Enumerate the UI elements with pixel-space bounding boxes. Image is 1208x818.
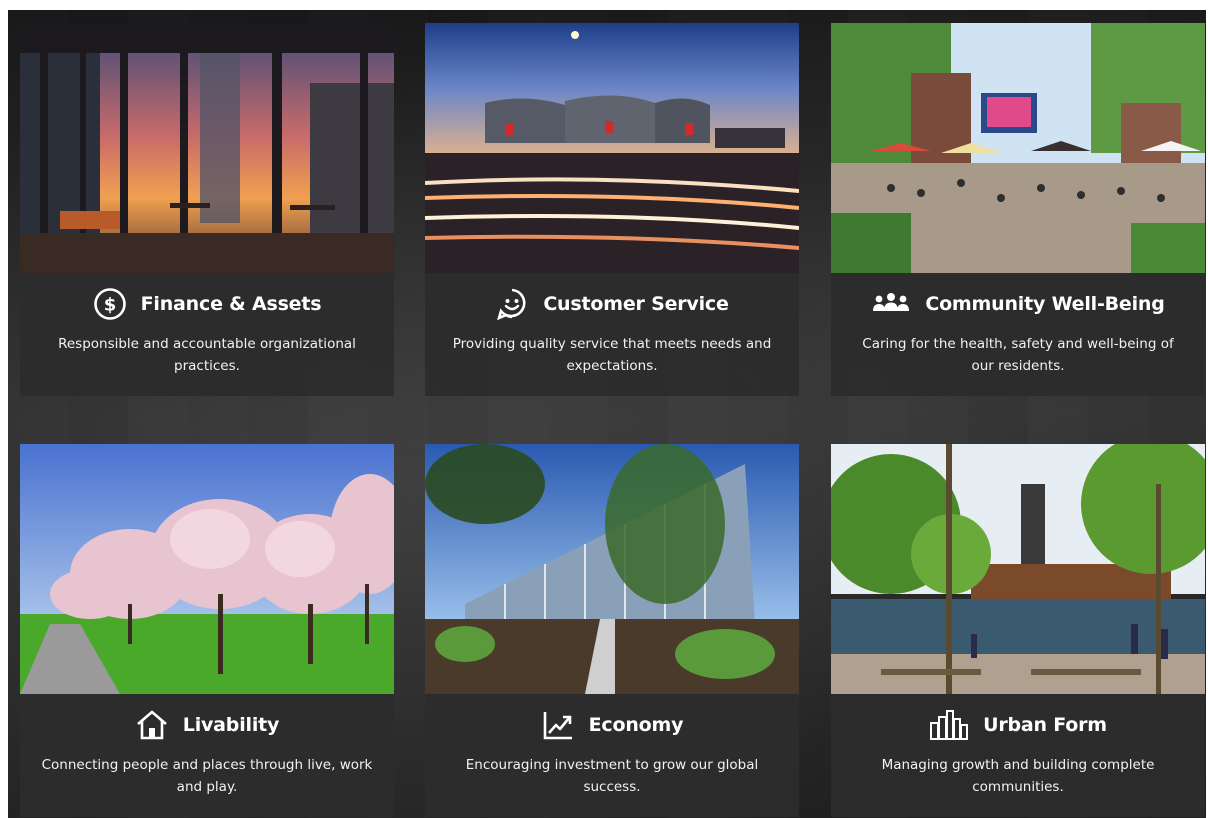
pillar-title[interactable]: Economy bbox=[589, 714, 684, 736]
pillar-description: Responsible and accountable organization… bbox=[58, 336, 356, 374]
smiley-chat-icon bbox=[495, 287, 529, 321]
customer-service-caption: Customer Service Providing quality servi… bbox=[425, 273, 799, 396]
finance-caption: $ Finance & Assets Responsible and accou… bbox=[20, 273, 394, 396]
pillar-description: Encouraging investment to grow our globa… bbox=[465, 757, 759, 795]
pillar-description: Providing quality service that meets nee… bbox=[452, 336, 772, 374]
pillar-card-community-well-being[interactable]: Community Well-Being Caring for the heal… bbox=[831, 23, 1205, 396]
pillar-title[interactable]: Livability bbox=[183, 714, 280, 736]
livability-photo bbox=[20, 444, 394, 694]
strategic-pillars-grid: $ Finance & Assets Responsible and accou… bbox=[8, 10, 1206, 818]
urban-form-photo bbox=[831, 444, 1205, 694]
finance-photo bbox=[20, 23, 394, 273]
pillar-title[interactable]: Finance & Assets bbox=[141, 293, 322, 315]
economy-caption: Economy Encouraging investment to grow o… bbox=[425, 694, 799, 817]
pillar-description: Caring for the health, safety and well-b… bbox=[862, 336, 1174, 374]
pillar-description: Managing growth and building complete co… bbox=[881, 757, 1155, 795]
house-icon bbox=[135, 709, 169, 741]
economy-photo bbox=[425, 444, 799, 694]
urban-form-caption: Urban Form Managing growth and building … bbox=[831, 694, 1205, 817]
community-photo bbox=[831, 23, 1205, 273]
trend-chart-icon bbox=[541, 709, 575, 741]
pillar-title[interactable]: Urban Form bbox=[983, 714, 1107, 736]
pillar-description: Connecting people and places through liv… bbox=[41, 757, 373, 795]
pillar-title[interactable]: Community Well-Being bbox=[925, 293, 1165, 315]
pillar-card-urban-form[interactable]: Urban Form Managing growth and building … bbox=[831, 444, 1205, 817]
people-group-icon bbox=[871, 289, 911, 319]
pillar-card-finance[interactable]: $ Finance & Assets Responsible and accou… bbox=[20, 23, 394, 396]
city-buildings-icon bbox=[929, 709, 969, 741]
customer-service-photo bbox=[425, 23, 799, 273]
pillar-card-economy[interactable]: Economy Encouraging investment to grow o… bbox=[425, 444, 799, 817]
svg-text:$: $ bbox=[103, 295, 116, 316]
community-caption: Community Well-Being Caring for the heal… bbox=[831, 273, 1205, 396]
dollar-circle-icon: $ bbox=[93, 287, 127, 321]
livability-caption: Livability Connecting people and places … bbox=[20, 694, 394, 817]
pillar-card-livability[interactable]: Livability Connecting people and places … bbox=[20, 444, 394, 817]
pillar-card-customer-service[interactable]: Customer Service Providing quality servi… bbox=[425, 23, 799, 396]
pillar-title[interactable]: Customer Service bbox=[543, 293, 729, 315]
